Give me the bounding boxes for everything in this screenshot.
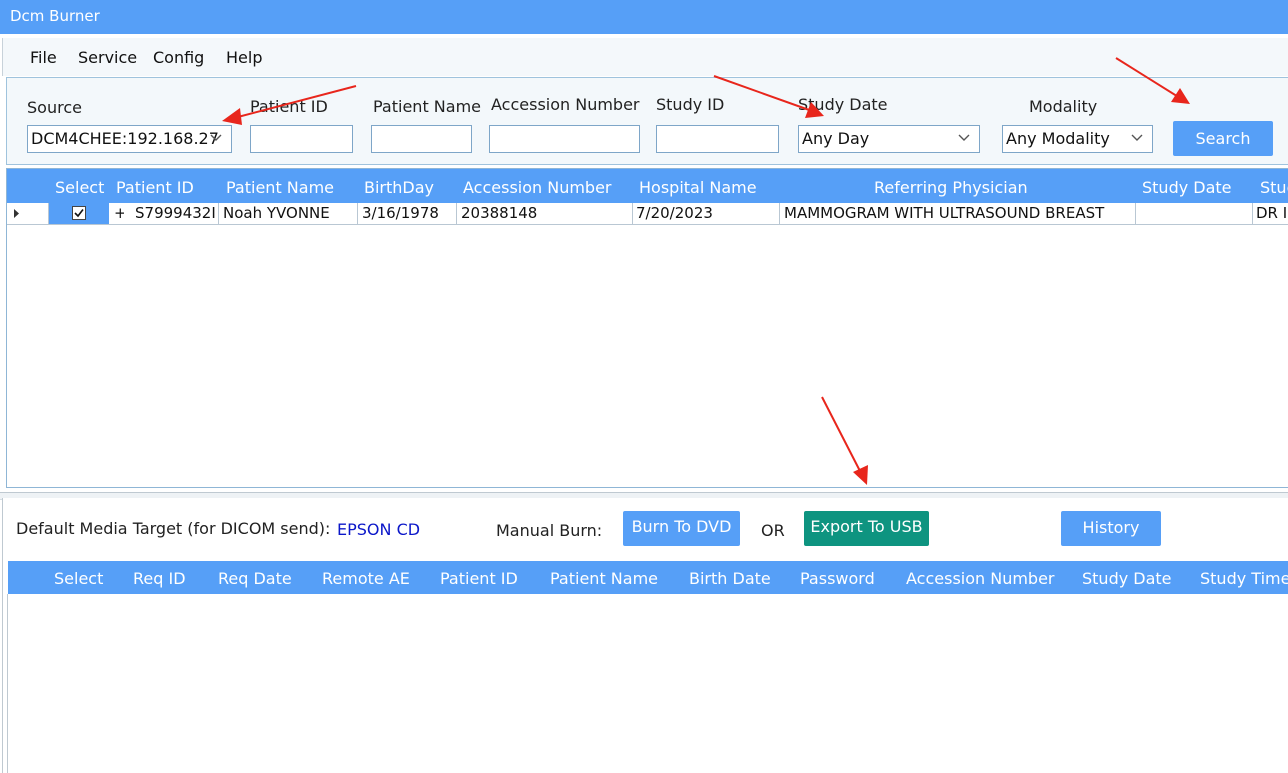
col-select[interactable]: Select bbox=[55, 178, 104, 197]
col-remote-ae[interactable]: Remote AE bbox=[322, 569, 410, 588]
default-media-target-value: EPSON CD bbox=[337, 520, 421, 539]
col-patient-id[interactable]: Patient ID bbox=[116, 178, 194, 197]
burn-to-dvd-button[interactable]: Burn To DVD bbox=[623, 511, 740, 546]
cell-birthday: 3/16/1978 bbox=[362, 204, 439, 222]
expand-toggle[interactable]: + bbox=[114, 203, 124, 224]
col-hospital-name[interactable]: Hospital Name bbox=[639, 178, 757, 197]
col-req-select[interactable]: Select bbox=[54, 569, 103, 588]
cell-hospital-name: 7/20/2023 bbox=[636, 204, 713, 222]
cell-patient-id: S7999432I bbox=[135, 204, 216, 222]
patient-name-label: Patient Name bbox=[373, 97, 481, 116]
col-req-patient-name[interactable]: Patient Name bbox=[550, 569, 658, 588]
source-label: Source bbox=[27, 98, 82, 117]
patient-name-input[interactable] bbox=[371, 125, 472, 153]
col-req-study-time[interactable]: Study Time bbox=[1200, 569, 1288, 588]
search-filter-panel: Source DCM4CHEE:192.168.27 Patient ID Pa… bbox=[6, 77, 1288, 165]
patient-id-input[interactable] bbox=[250, 125, 353, 153]
source-select[interactable]: DCM4CHEE:192.168.27 bbox=[27, 125, 232, 153]
patient-id-label: Patient ID bbox=[250, 97, 328, 116]
study-id-label: Study ID bbox=[656, 95, 725, 114]
col-accession-number[interactable]: Accession Number bbox=[463, 178, 612, 197]
title-bar: Dcm Burner bbox=[0, 0, 1288, 34]
modality-select[interactable]: Any Modality bbox=[1002, 125, 1153, 153]
col-req-study-date[interactable]: Study Date bbox=[1082, 569, 1172, 588]
row-pointer-icon bbox=[14, 209, 19, 218]
cell-study-extra: DR I bbox=[1256, 204, 1288, 222]
chevron-down-icon bbox=[1131, 134, 1143, 141]
col-req-patient-id[interactable]: Patient ID bbox=[440, 569, 518, 588]
source-value: DCM4CHEE:192.168.27 bbox=[31, 129, 219, 148]
col-req-date[interactable]: Req Date bbox=[218, 569, 292, 588]
accession-number-input[interactable] bbox=[489, 125, 640, 153]
request-table-header: Select Req ID Req Date Remote AE Patient… bbox=[8, 561, 1288, 594]
study-date-select[interactable]: Any Day bbox=[798, 125, 980, 153]
row-select-cell[interactable] bbox=[49, 203, 109, 224]
study-table-header: Select Patient ID Patient Name BirthDay … bbox=[7, 169, 1288, 203]
menu-config[interactable]: Config bbox=[153, 48, 204, 67]
accession-number-label: Accession Number bbox=[491, 95, 640, 114]
window-title: Dcm Burner bbox=[10, 7, 100, 25]
cell-accession-number: 20388148 bbox=[461, 204, 538, 222]
export-to-usb-button[interactable]: Export To USB bbox=[804, 511, 929, 546]
col-password[interactable]: Password bbox=[800, 569, 875, 588]
col-req-id[interactable]: Req ID bbox=[133, 569, 186, 588]
manual-burn-label: Manual Burn: bbox=[496, 521, 603, 540]
cell-study-date bbox=[1140, 203, 1250, 224]
burn-panel: Default Media Target (for DICOM send): E… bbox=[2, 498, 1288, 773]
modality-label: Modality bbox=[1029, 97, 1098, 116]
or-label: OR bbox=[761, 521, 785, 540]
cell-patient-name: Noah YVONNE bbox=[223, 204, 330, 222]
col-req-accession-number[interactable]: Accession Number bbox=[906, 569, 1055, 588]
history-button[interactable]: History bbox=[1061, 511, 1161, 546]
row-indicator bbox=[7, 203, 48, 224]
col-study-extra[interactable]: Stuc bbox=[1260, 178, 1288, 197]
checkbox-checked-icon[interactable] bbox=[72, 206, 86, 220]
cell-referring-physician: MAMMOGRAM WITH ULTRASOUND BREAST bbox=[784, 204, 1105, 222]
menu-bar: File Service Config Help bbox=[2, 38, 1288, 76]
col-study-date[interactable]: Study Date bbox=[1142, 178, 1232, 197]
search-button[interactable]: Search bbox=[1173, 121, 1273, 156]
menu-service[interactable]: Service bbox=[78, 48, 137, 67]
menu-file[interactable]: File bbox=[30, 48, 57, 67]
study-date-label: Study Date bbox=[798, 95, 888, 114]
chevron-down-icon bbox=[210, 134, 222, 141]
col-birth-date[interactable]: Birth Date bbox=[689, 569, 771, 588]
col-birthday[interactable]: BirthDay bbox=[364, 178, 434, 197]
chevron-down-icon bbox=[958, 134, 970, 141]
default-media-target-label: Default Media Target (for DICOM send): bbox=[16, 519, 331, 538]
col-patient-name[interactable]: Patient Name bbox=[226, 178, 334, 197]
menu-help[interactable]: Help bbox=[226, 48, 262, 67]
col-referring-physician[interactable]: Referring Physician bbox=[874, 178, 1028, 197]
study-date-value: Any Day bbox=[802, 129, 870, 148]
study-id-input[interactable] bbox=[656, 125, 779, 153]
table-row[interactable]: + S7999432I Noah YVONNE 3/16/1978 203881… bbox=[7, 203, 1288, 225]
modality-value: Any Modality bbox=[1006, 129, 1110, 148]
study-table: Select Patient ID Patient Name BirthDay … bbox=[6, 168, 1288, 488]
request-table-border bbox=[7, 594, 8, 773]
